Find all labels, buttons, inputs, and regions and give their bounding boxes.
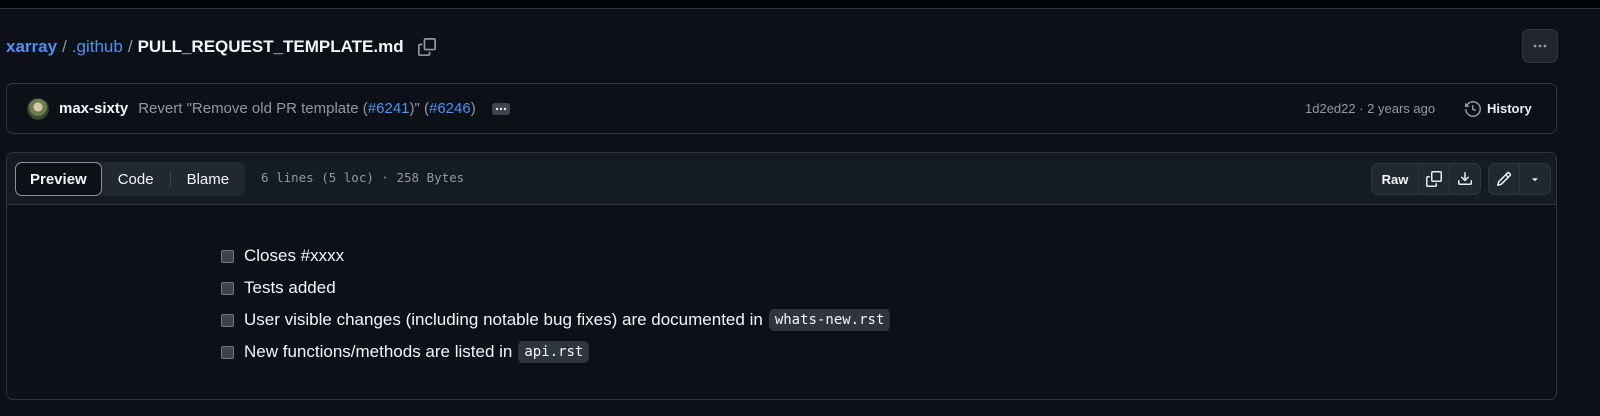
more-options-button[interactable] (1522, 29, 1558, 63)
breadcrumb-file-name: PULL_REQUEST_TEMPLATE.md (137, 37, 404, 56)
download-icon (1458, 172, 1472, 185)
task-text: New functions/methods are listed in (244, 342, 513, 361)
pr-link[interactable]: #6241 (368, 100, 410, 117)
kebab-horizontal-icon (1533, 44, 1547, 48)
view-mode-tabs: Preview Code Blame (15, 162, 246, 196)
copy-icon (1426, 171, 1442, 187)
breadcrumb-separator: / (127, 37, 133, 56)
edit-button-group (1488, 163, 1551, 195)
commit-message[interactable]: Revert "Remove old PR template (#6241)" … (138, 100, 476, 117)
copy-raw-button[interactable] (1419, 164, 1450, 194)
commit-message-text: ) (470, 100, 476, 117)
history-label: History (1487, 101, 1532, 116)
inline-code: whats-new.rst (768, 309, 891, 331)
tab-preview[interactable]: Preview (15, 162, 102, 196)
edit-dropdown-button[interactable] (1520, 164, 1550, 194)
task-list: Closes #xxxx Tests added User visible ch… (221, 240, 891, 368)
edit-button[interactable] (1489, 164, 1520, 194)
pencil-icon (1496, 171, 1512, 187)
copy-path-icon[interactable] (416, 36, 438, 58)
commit-author[interactable]: max-sixty (59, 100, 128, 117)
list-item: Closes #xxxx (221, 240, 890, 272)
task-checkbox[interactable] (221, 345, 234, 359)
triangle-down-icon (1532, 178, 1538, 182)
task-text: Tests added (244, 278, 336, 297)
task-checkbox[interactable] (221, 249, 234, 263)
list-item: New functions/methods are listed in api.… (221, 336, 890, 368)
latest-commit-bar: max-sixty Revert "Remove old PR template… (6, 83, 1557, 134)
commit-message-text: )" ( (409, 100, 429, 117)
breadcrumb-separator: / (62, 37, 67, 56)
history-icon (1465, 100, 1481, 117)
commit-message-text: Revert "Remove old PR template ( (138, 100, 368, 117)
task-checkbox[interactable] (221, 281, 234, 295)
history-button[interactable]: History (1465, 100, 1532, 117)
ellipsis-icon (495, 107, 506, 110)
top-bar (0, 0, 1600, 9)
tab-blame[interactable]: Blame (171, 162, 246, 196)
breadcrumb-folder-link[interactable]: .github (72, 37, 123, 57)
tab-code[interactable]: Code (102, 162, 170, 196)
pr-link[interactable]: #6246 (429, 100, 471, 117)
inline-code: api.rst (518, 341, 590, 363)
expand-commit-message-button[interactable] (491, 102, 510, 115)
breadcrumb-repo-link[interactable]: xarray (6, 37, 57, 57)
task-text: Closes #xxxx (244, 246, 345, 265)
commit-sha-time[interactable]: 1d2ed22 · 2 years ago (1305, 101, 1435, 116)
task-text: User visible changes (including notable … (244, 310, 763, 329)
download-button[interactable] (1450, 164, 1480, 194)
list-item: Tests added (221, 272, 890, 304)
file-header: Preview Code Blame 6 lines (5 loc) · 258… (7, 153, 1556, 205)
raw-copy-download-group: Raw (1371, 163, 1481, 195)
list-item: User visible changes (including notable … (221, 304, 891, 336)
file-meta: 6 lines (5 loc) · 258 Bytes (261, 170, 465, 185)
task-checkbox[interactable] (221, 313, 234, 327)
raw-button[interactable]: Raw (1372, 164, 1419, 194)
avatar[interactable] (27, 97, 49, 120)
breadcrumb: xarray / .github / PULL_REQUEST_TEMPLATE… (6, 35, 438, 59)
